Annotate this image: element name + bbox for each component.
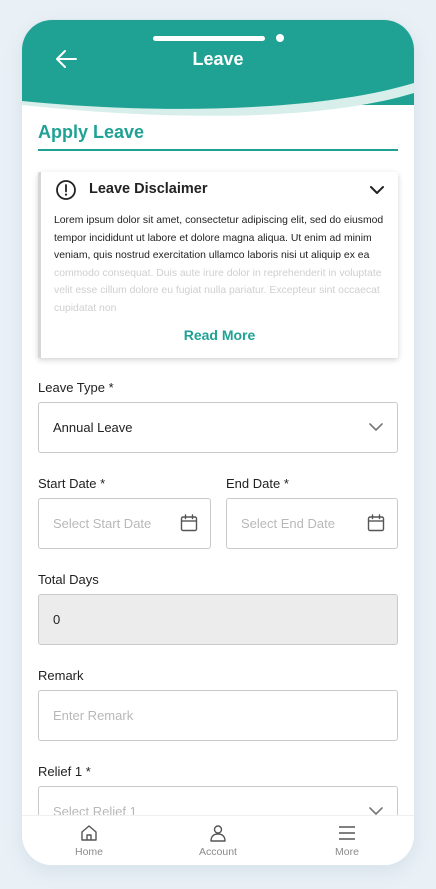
disclaimer-title: Leave Disclaimer bbox=[89, 181, 208, 197]
nav-home[interactable]: Home bbox=[39, 816, 139, 865]
chevron-down-icon[interactable] bbox=[369, 184, 385, 196]
phone-frame: Leave Apply Leave Leave Disclaimer Lorem… bbox=[22, 20, 414, 865]
leave-type-label: Leave Type * bbox=[38, 380, 114, 395]
disclaimer-text-visible: Lorem ipsum dolor sit amet, consectetur … bbox=[54, 215, 384, 262]
chevron-down-icon bbox=[369, 807, 383, 815]
header-wave bbox=[22, 75, 414, 116]
section-title: Apply Leave bbox=[38, 122, 145, 142]
bottom-navigation: Home Account More bbox=[22, 815, 414, 865]
leave-type-select[interactable]: Annual Leave bbox=[38, 402, 398, 453]
relief1-placeholder: Select Relief 1 bbox=[53, 804, 137, 815]
nav-account-label: Account bbox=[199, 846, 237, 858]
end-date-label: End Date * bbox=[226, 476, 289, 491]
status-pill bbox=[153, 36, 265, 41]
start-date-field[interactable]: Select Start Date bbox=[38, 498, 211, 549]
end-date-placeholder: Select End Date bbox=[241, 516, 335, 531]
disclaimer-text: Lorem ipsum dolor sit amet, consectetur … bbox=[54, 212, 386, 318]
relief1-select[interactable]: Select Relief 1 bbox=[38, 786, 398, 815]
nav-more-label: More bbox=[335, 846, 359, 858]
read-more-link[interactable]: Read More bbox=[41, 327, 398, 343]
disclaimer-text-faded: commodo consequat. Duis aute irure dolor… bbox=[54, 267, 382, 314]
end-date-field[interactable]: Select End Date bbox=[226, 498, 398, 549]
start-date-placeholder: Select Start Date bbox=[53, 516, 152, 531]
remark-label: Remark bbox=[38, 668, 84, 683]
start-date-label: Start Date * bbox=[38, 476, 106, 491]
total-days-field: 0 bbox=[38, 594, 398, 645]
info-icon bbox=[56, 180, 76, 200]
status-dot bbox=[276, 34, 284, 42]
page-title: Leave bbox=[192, 49, 244, 69]
nav-account[interactable]: Account bbox=[168, 816, 268, 865]
total-days-value: 0 bbox=[53, 612, 61, 627]
home-icon bbox=[81, 825, 97, 841]
leave-type-value: Annual Leave bbox=[53, 420, 133, 435]
leave-disclaimer-card: Leave Disclaimer Lorem ipsum dolor sit a… bbox=[38, 172, 398, 358]
scroll-content[interactable]: Leave Apply Leave Leave Disclaimer Lorem… bbox=[22, 20, 414, 815]
calendar-icon[interactable] bbox=[367, 514, 385, 532]
menu-icon bbox=[339, 826, 355, 840]
remark-placeholder: Enter Remark bbox=[53, 708, 134, 723]
nav-more[interactable]: More bbox=[297, 816, 397, 865]
relief1-label: Relief 1 * bbox=[38, 764, 91, 779]
remark-input[interactable]: Enter Remark bbox=[38, 690, 398, 741]
total-days-label: Total Days bbox=[38, 572, 99, 587]
nav-home-label: Home bbox=[74, 846, 103, 858]
chevron-down-icon bbox=[369, 423, 383, 431]
account-icon bbox=[210, 825, 226, 842]
calendar-icon[interactable] bbox=[180, 514, 198, 532]
section-divider bbox=[38, 149, 398, 151]
